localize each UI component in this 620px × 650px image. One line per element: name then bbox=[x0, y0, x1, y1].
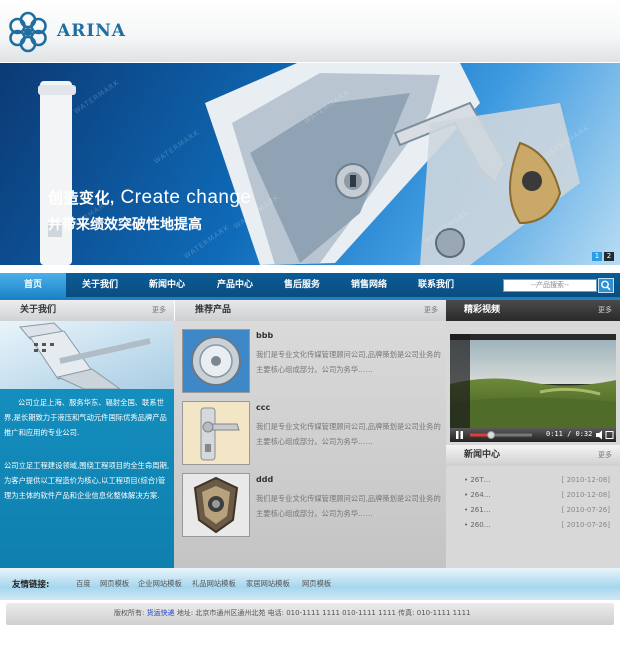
nav-contact[interactable]: 联系我们 bbox=[404, 273, 468, 297]
product-name[interactable]: ccc bbox=[256, 403, 270, 412]
about-more-link[interactable]: 更多 bbox=[152, 300, 166, 321]
news-title: 新闻中心 bbox=[464, 450, 501, 460]
news-item[interactable]: • 260… [ 2010-07-26] bbox=[460, 521, 610, 535]
product-name[interactable]: ddd bbox=[256, 475, 273, 484]
news-item-title[interactable]: • 26T… bbox=[464, 476, 491, 484]
footer-copyright-label: 版权所有: bbox=[114, 609, 145, 617]
fullscreen-icon bbox=[605, 431, 614, 439]
banner-page-2[interactable]: 2 bbox=[604, 252, 614, 261]
products-panel: 推荐产品 更多 bbb 我们是专业文化传媒管理顾问公司,品牌策划是公司业务的主要… bbox=[174, 300, 446, 568]
news-more-link[interactable]: 更多 bbox=[598, 445, 612, 466]
friend-link[interactable]: 企业网站模板 bbox=[138, 579, 182, 589]
video-header: 精彩视频 更多 bbox=[446, 300, 620, 321]
nav-home[interactable]: 首页 bbox=[0, 273, 66, 297]
product-image[interactable] bbox=[182, 401, 250, 465]
news-item-date: [ 2010-12-08] bbox=[561, 491, 610, 499]
video-controls: 0:11 / 0:32 bbox=[450, 428, 616, 442]
about-paragraph-1: 公司立足上海、服务华东、辐射全国、联系世界,是长期致力于液压和气动元件国际优秀品… bbox=[4, 398, 167, 437]
video-time: 0:11 / 0:32 bbox=[546, 430, 593, 438]
friend-link[interactable]: 网页模板 bbox=[302, 579, 331, 589]
footer-text: 版权所有: 货运快递 地址: 北京市通州区通州北苑 电话: 010-1111 1… bbox=[114, 608, 470, 618]
news-item[interactable]: • 264… [ 2010-12-08] bbox=[460, 491, 610, 505]
product-item[interactable]: bbb 我们是专业文化传媒管理顾问公司,品牌策划是公司业务的主要核心组成部分。公… bbox=[182, 329, 444, 395]
footer: 版权所有: 货运快递 地址: 北京市通州区通州北苑 电话: 010-1111 1… bbox=[6, 603, 614, 625]
search-icon bbox=[601, 280, 611, 291]
lever-handle-image bbox=[200, 407, 240, 461]
products-more-link[interactable]: 更多 bbox=[424, 300, 438, 321]
video-frame-landscape bbox=[450, 334, 616, 428]
friend-links-label: 友情链接: bbox=[12, 580, 50, 590]
flower-logo-icon[interactable] bbox=[6, 10, 50, 54]
news-item-title[interactable]: • 261… bbox=[464, 506, 491, 514]
product-description: 我们是专业文化传媒管理顾问公司,品牌策划是公司业务的主要核心组成部分。公司为务华… bbox=[256, 350, 441, 374]
product-image[interactable] bbox=[182, 329, 250, 393]
friend-link[interactable]: 百度 bbox=[76, 579, 91, 589]
about-header: 关于我们 更多 bbox=[0, 300, 174, 321]
pause-icon bbox=[456, 431, 459, 439]
search-input[interactable]: --产品搜索-- bbox=[503, 279, 597, 292]
product-item[interactable]: ddd 我们是专业文化传媒管理顾问公司,品牌策划是公司业务的主要核心组成部分。公… bbox=[182, 473, 444, 539]
friend-link[interactable]: 网页模板 bbox=[100, 579, 129, 589]
friend-link[interactable]: 礼品网站模板 bbox=[192, 579, 236, 589]
video-more-link[interactable]: 更多 bbox=[598, 300, 612, 321]
product-description: 我们是专业文化传媒管理顾问公司,品牌策划是公司业务的主要核心组成部分。公司为务华… bbox=[256, 422, 441, 446]
video-title: 精彩视频 bbox=[464, 305, 501, 315]
nav-products[interactable]: 产品中心 bbox=[202, 273, 268, 297]
main-nav: 首页 关于我们 新闻中心 产品中心 售后服务 销售网络 联系我们 --产品搜索-… bbox=[0, 273, 620, 300]
products-header: 推荐产品 更多 bbox=[174, 300, 446, 321]
nav-news[interactable]: 新闻中心 bbox=[134, 273, 200, 297]
hero-banner[interactable]: WATERMARK WATERMARK WATERMARK WATERMARK … bbox=[0, 63, 620, 265]
door-knob-image bbox=[191, 336, 241, 386]
news-item-date: [ 2010-07-26] bbox=[561, 521, 610, 529]
ornate-lock-image bbox=[193, 476, 239, 534]
lock-photo-illustration bbox=[19, 322, 151, 389]
news-item-date: [ 2010-07-26] bbox=[561, 506, 610, 514]
banner-page-1[interactable]: 1 bbox=[592, 252, 602, 261]
friend-links-bar: 友情链接: 百度 网页模板 企业网站模板 礼品网站模板 家居网站模板 网页模板 bbox=[0, 568, 620, 600]
right-panel: 精彩视频 更多 0:11 / 0:32 新闻中心 更多 • 26T… [201… bbox=[446, 300, 620, 568]
banner-headline-zh: 创造变化, bbox=[48, 190, 115, 207]
product-name[interactable]: bbb bbox=[256, 331, 273, 340]
news-item-title[interactable]: • 260… bbox=[464, 521, 491, 529]
news-item[interactable]: • 261… [ 2010-07-26] bbox=[460, 506, 610, 520]
about-photo bbox=[0, 321, 174, 389]
news-item-date: [ 2010-12-08] bbox=[561, 476, 610, 484]
video-scrubber-handle bbox=[487, 431, 496, 439]
search-button[interactable] bbox=[598, 278, 614, 293]
banner-subheadline: 并带来绩效突破性地提高 bbox=[48, 217, 202, 233]
video-player[interactable] bbox=[450, 334, 616, 428]
product-description: 我们是专业文化传媒管理顾问公司,品牌策划是公司业务的主要核心组成部分。公司为务华… bbox=[256, 494, 441, 518]
about-paragraph-2: 公司立足工程建设领域,围绕工程项目的全生命周期,为客户提供以工程造价为核心,以工… bbox=[4, 461, 170, 500]
news-item-title[interactable]: • 264… bbox=[464, 491, 491, 499]
news-header: 新闻中心 更多 bbox=[446, 445, 620, 466]
nav-service[interactable]: 售后服务 bbox=[270, 273, 334, 297]
header: ARINA bbox=[0, 0, 620, 62]
friend-link[interactable]: 家居网站模板 bbox=[246, 579, 290, 589]
news-item[interactable]: • 26T… [ 2010-12-08] bbox=[460, 476, 610, 490]
about-title: 关于我们 bbox=[20, 305, 57, 315]
product-image[interactable] bbox=[182, 473, 250, 537]
banner-headline-en: Create change bbox=[120, 187, 252, 208]
volume-icon bbox=[596, 430, 602, 440]
footer-company-link[interactable]: 货运快递 bbox=[147, 609, 175, 617]
about-panel: 关于我们 更多 公司立足上海、服务华东、辐射全国、联系世界,是长期致力于液压和气… bbox=[0, 300, 174, 568]
banner-headline: 创造变化, Create change bbox=[48, 187, 252, 209]
footer-address: 地址: 北京市通州区通州北苑 电话: 010-1111 1111 010-111… bbox=[176, 609, 471, 617]
nav-sales[interactable]: 销售网络 bbox=[336, 273, 402, 297]
nav-about[interactable]: 关于我们 bbox=[68, 273, 132, 297]
products-title: 推荐产品 bbox=[195, 305, 232, 315]
product-item[interactable]: ccc 我们是专业文化传媒管理顾问公司,品牌策划是公司业务的主要核心组成部分。公… bbox=[182, 401, 444, 467]
brand-name[interactable]: ARINA bbox=[57, 21, 126, 41]
banner-pager: 1 2 bbox=[592, 252, 614, 261]
